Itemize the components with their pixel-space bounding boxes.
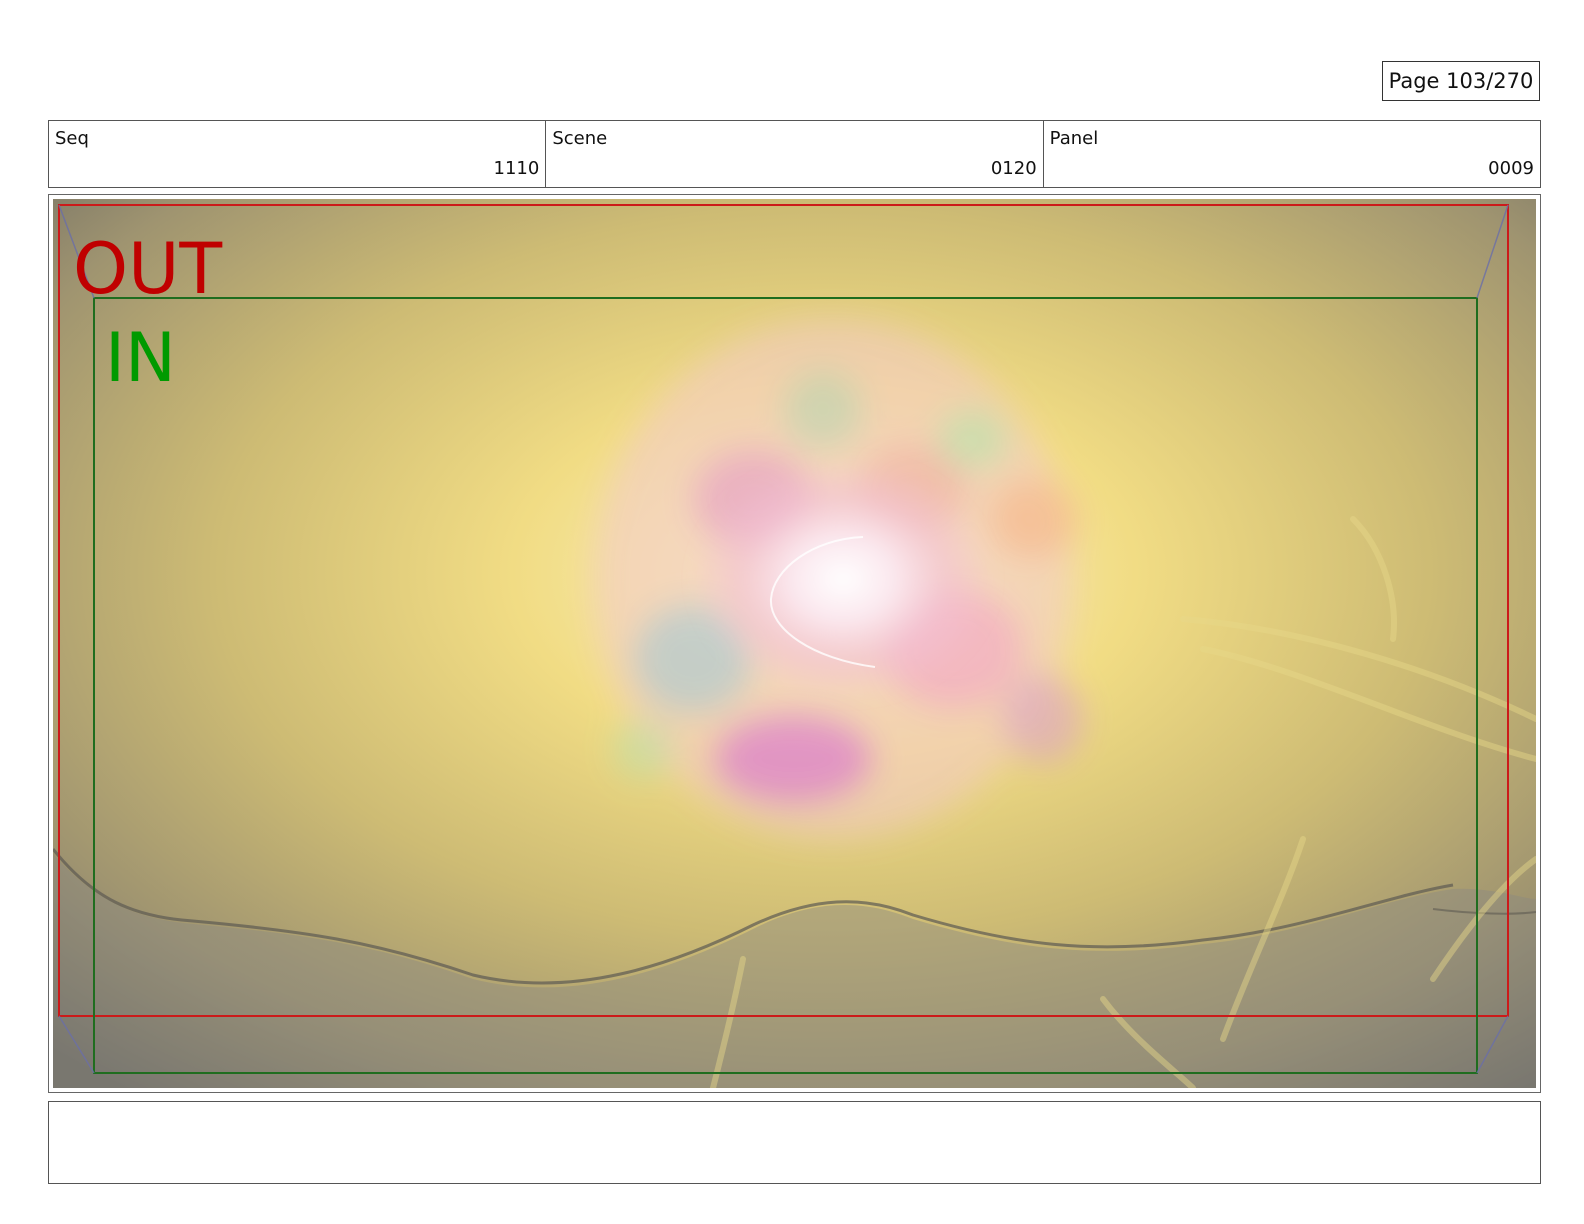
- page-number: Page 103/270: [1382, 61, 1540, 101]
- panel-frame: OUT IN: [48, 194, 1541, 1093]
- storyboard-drawing: OUT IN: [53, 199, 1536, 1088]
- panel-cell: Panel 0009: [1044, 121, 1540, 187]
- in-label: IN: [105, 319, 176, 398]
- scene-cell: Scene 0120: [546, 121, 1044, 187]
- panel-notes: [48, 1101, 1541, 1184]
- seq-value: 1110: [493, 158, 540, 179]
- seq-label: Seq: [55, 128, 89, 149]
- scene-label: Scene: [552, 128, 608, 149]
- panel-value: 0009: [1488, 158, 1534, 179]
- scene-value: 0120: [990, 158, 1037, 179]
- panel-header: Seq 1110 Scene 0120 Panel 0009: [48, 120, 1541, 188]
- out-label: OUT: [73, 228, 222, 310]
- seq-cell: Seq 1110: [49, 121, 547, 187]
- panel-label: Panel: [1049, 128, 1099, 149]
- panel-image: OUT IN: [53, 199, 1536, 1088]
